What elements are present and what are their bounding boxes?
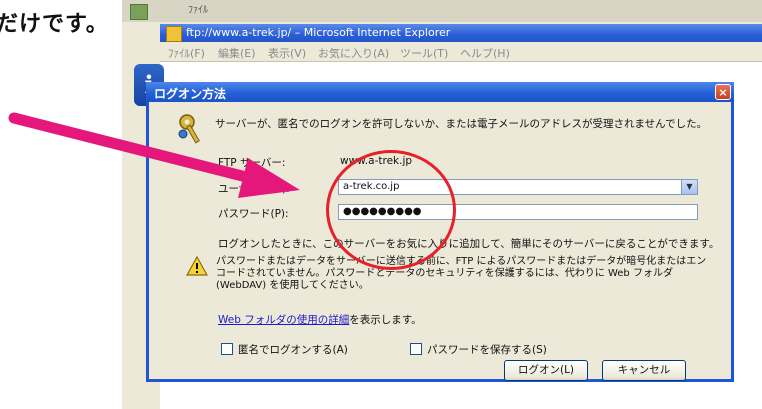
annotation-arrow — [8, 112, 300, 198]
